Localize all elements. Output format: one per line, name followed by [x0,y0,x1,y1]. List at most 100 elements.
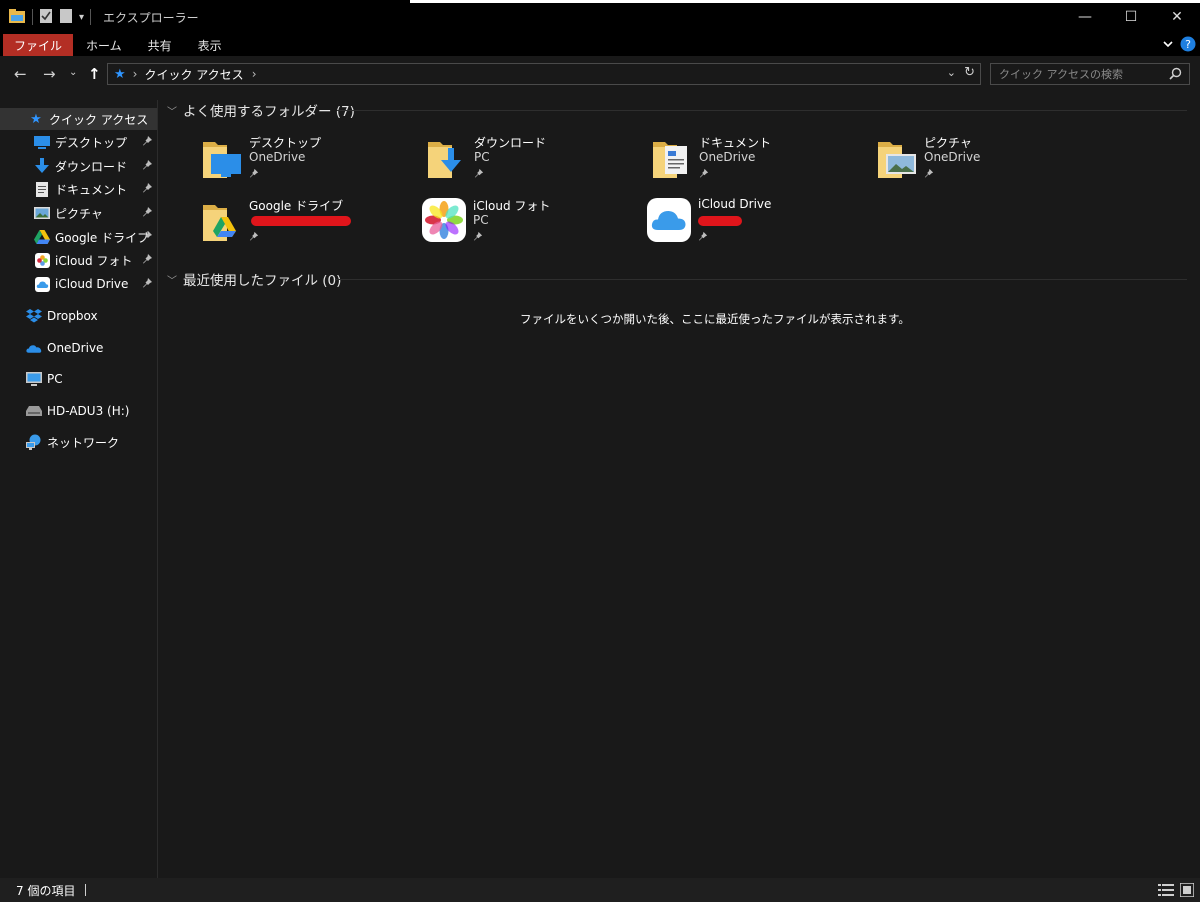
folder-location: OneDrive [249,150,306,164]
refresh-icon[interactable]: ↻ [964,65,975,80]
forward-arrow-icon[interactable]: → [43,65,56,83]
toolbar-divider [32,9,33,25]
customize-toolbar-icon[interactable]: ▾ [79,12,84,23]
path-separator: › [251,67,257,81]
folder-name: ピクチャ [924,136,972,150]
window-controls: — ☐ ✕ [1062,0,1200,34]
path-segment-quick-access[interactable]: クイック アクセス [144,66,243,83]
folder-name: デスクトップ [249,136,322,150]
item-count: 7 個の項目 [16,883,76,898]
status-divider [85,884,87,896]
pin-icon[interactable] [142,230,153,244]
pc-icon [26,371,42,387]
properties-icon[interactable] [39,8,53,27]
sidebar-item-onedrive[interactable]: OneDrive [0,337,157,359]
sidebar-item-google-drive[interactable]: Google ドライブ [0,226,157,248]
tab-share[interactable]: 共有 [135,34,185,56]
folder-tile-desktop[interactable]: デスクトップ OneDrive [201,134,421,190]
folder-location: OneDrive [699,150,756,164]
folder-name: iCloud フォト [473,199,551,213]
folder-tile-pictures[interactable]: ピクチャ OneDrive [876,134,1096,190]
sidebar-item-quick-access[interactable]: ★ クイック アクセス [0,108,157,130]
recent-files-header[interactable]: ﹀ 最近使用したファイル (0) [167,268,341,290]
pin-icon[interactable] [142,159,153,173]
collapse-chevron-icon[interactable]: ﹀ [167,103,177,118]
path-separator: › [132,67,138,81]
close-button[interactable]: ✕ [1154,0,1200,34]
search-input[interactable]: クイック アクセスの検索 [990,63,1190,85]
sidebar-item-label: クイック アクセス [49,112,149,127]
download-folder-icon [426,134,472,180]
toolbar-divider [90,9,92,25]
document-icon [34,181,50,197]
sidebar-item-dropbox[interactable]: Dropbox [0,305,157,327]
tab-home[interactable]: ホーム [73,34,135,56]
status-bar: 7 個の項目 [0,878,1200,902]
navigation-pane: ★ クイック アクセス デスクトップ ダウンロード ドキュメント ピクチャ Go… [0,100,158,878]
sidebar-item-pictures[interactable]: ピクチャ [0,202,157,224]
pin-icon[interactable] [142,206,153,220]
pin-icon [249,167,259,181]
desktop-folder-icon [201,134,247,180]
folder-tile-google-drive[interactable]: Google ドライブ [201,197,421,253]
sidebar-item-desktop[interactable]: デスクトップ [0,131,157,153]
download-icon [34,158,50,174]
pin-icon[interactable] [142,135,153,149]
pictures-folder-icon [876,134,922,180]
view-toggle [1158,882,1195,900]
expand-ribbon-icon[interactable] [1162,38,1174,53]
sidebar-item-label: iCloud Drive [55,277,129,291]
redaction-mark [251,216,351,226]
ribbon-tabs: ファイル ホーム 共有 表示 ? [0,34,1200,56]
frequent-folders-header[interactable]: ﹀ よく使用するフォルダー (7) [167,99,355,121]
pin-icon[interactable] [142,277,153,291]
onedrive-icon [26,340,42,356]
up-arrow-icon[interactable]: ↑ [88,65,101,83]
collapse-chevron-icon[interactable]: ﹀ [167,272,177,287]
maximize-button[interactable]: ☐ [1108,0,1154,34]
google-drive-folder-icon [201,197,247,243]
new-folder-icon[interactable] [59,8,73,27]
pin-icon [474,167,484,181]
sidebar-item-label: Dropbox [47,309,98,323]
ribbon-controls: ? [1162,36,1196,55]
sidebar-item-documents[interactable]: ドキュメント [0,178,157,200]
sidebar-item-label: ネットワーク [47,435,120,450]
address-dropdown-chevron-icon[interactable]: ⌄ [947,66,956,79]
large-icons-view-icon[interactable] [1179,882,1195,900]
address-bar[interactable]: ★ › クイック アクセス › ⌄ ↻ [107,63,981,85]
section-divider [335,279,1187,280]
sidebar-item-downloads[interactable]: ダウンロード [0,155,157,177]
drive-icon [26,403,42,419]
empty-recent-message: ファイルをいくつか開いた後、ここに最近使ったファイルが表示されます。 [520,312,910,326]
help-icon[interactable]: ? [1180,36,1196,55]
sidebar-item-pc[interactable]: PC [0,368,157,390]
pin-icon[interactable] [142,253,153,267]
sidebar-item-hd-adu3[interactable]: HD-ADU3 (H:) [0,400,157,422]
section-title: 最近使用したファイル (0) [183,273,342,289]
folder-tile-icloud-drive[interactable]: iCloud Drive [646,197,866,253]
sidebar-item-label: ピクチャ [55,206,103,221]
explorer-folder-icon [8,8,26,27]
details-view-icon[interactable] [1158,883,1174,900]
folder-name: ドキュメント [699,136,772,150]
minimize-button[interactable]: — [1062,0,1108,34]
tab-file[interactable]: ファイル [3,34,74,56]
icloud-photos-icon [421,197,467,243]
pin-icon [249,230,259,244]
back-arrow-icon[interactable]: ← [14,65,27,83]
sidebar-item-network[interactable]: ネットワーク [0,431,157,453]
sidebar-item-label: Google ドライブ [55,230,150,245]
sidebar-item-label: iCloud フォト [55,253,133,268]
title-bar: ▾ エクスプローラー — ☐ ✕ [0,0,1200,34]
folder-location: PC [474,150,490,164]
pin-icon[interactable] [142,182,153,196]
sidebar-item-icloud-drive[interactable]: iCloud Drive [0,273,157,295]
folder-tile-downloads[interactable]: ダウンロード PC [426,134,646,190]
folder-tile-icloud-photos[interactable]: iCloud フォト PC [421,197,641,253]
folder-tile-documents[interactable]: ドキュメント OneDrive [651,134,871,190]
tab-view[interactable]: 表示 [185,34,235,56]
search-placeholder: クイック アクセスの検索 [999,68,1123,81]
recent-locations-chevron-icon[interactable]: ⌄ [69,67,77,78]
sidebar-item-icloud-photos[interactable]: iCloud フォト [0,249,157,271]
